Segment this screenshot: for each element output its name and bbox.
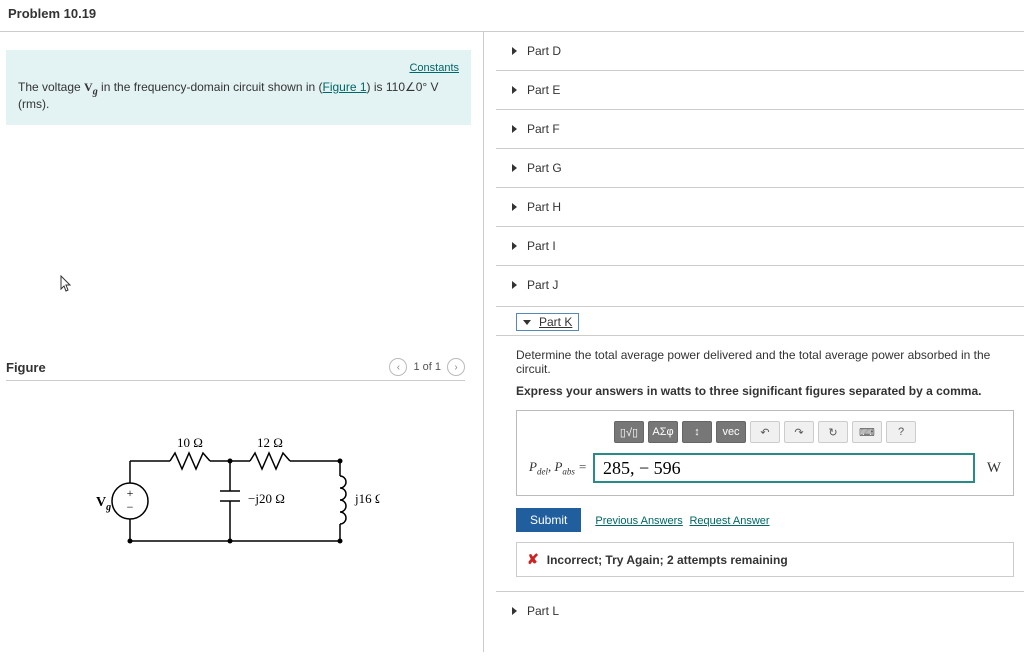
- caret-down-icon: [523, 320, 531, 325]
- reset-button[interactable]: ↻: [818, 421, 848, 443]
- part-j-row[interactable]: Part J: [496, 265, 1024, 304]
- problem-title: Problem 10.19: [0, 0, 1024, 27]
- caret-right-icon: [512, 47, 517, 55]
- circuit-diagram: + − 10 Ω 12 Ω −j20 Ω j16 Ω Vg: [80, 421, 471, 574]
- undo-button[interactable]: ↶: [750, 421, 780, 443]
- figure-pager-text: 1 of 1: [413, 361, 441, 373]
- feedback-text: Incorrect; Try Again; 2 attempts remaini…: [547, 553, 788, 567]
- answer-box: ▯√▯ ΑΣφ ↕ vec ↶ ↷ ↻ ⌨ ? Pdel, Pabs = W: [516, 410, 1014, 496]
- part-k-body: Determine the total average power delive…: [496, 336, 1024, 577]
- part-f-row[interactable]: Part F: [496, 109, 1024, 148]
- part-k-prompt: Determine the total average power delive…: [516, 348, 1014, 376]
- caret-right-icon: [512, 86, 517, 94]
- divider: [6, 380, 465, 381]
- request-answer-link[interactable]: Request Answer: [689, 515, 769, 527]
- feedback-box: ✘ Incorrect; Try Again; 2 attempts remai…: [516, 542, 1014, 577]
- previous-answers-link[interactable]: Previous Answers: [595, 515, 682, 527]
- r2-label: 12 Ω: [257, 435, 283, 450]
- main-container: Constants The voltage Vg in the frequenc…: [0, 32, 1024, 652]
- vec-button[interactable]: vec: [716, 421, 746, 443]
- problem-statement-box: Constants The voltage Vg in the frequenc…: [6, 50, 471, 125]
- figure-prev-button[interactable]: ‹: [389, 358, 407, 376]
- caret-right-icon: [512, 607, 517, 615]
- part-k-express: Express your answers in watts to three s…: [516, 384, 1014, 398]
- caret-right-icon: [512, 203, 517, 211]
- source-plus: +: [127, 486, 134, 500]
- r1-label: 10 Ω: [177, 435, 203, 450]
- caret-right-icon: [512, 125, 517, 133]
- answer-unit: W: [987, 460, 1001, 477]
- keyboard-button[interactable]: ⌨: [852, 421, 882, 443]
- part-e-row[interactable]: Part E: [496, 70, 1024, 109]
- cap-label: −j20 Ω: [248, 491, 285, 506]
- templates-button[interactable]: ▯√▯: [614, 421, 644, 443]
- part-k-header[interactable]: Part K: [496, 306, 1024, 336]
- source-minus: −: [127, 500, 134, 514]
- incorrect-icon: ✘: [527, 551, 539, 568]
- input-row: Pdel, Pabs = W: [529, 453, 1001, 483]
- answer-toolbar: ▯√▯ ΑΣφ ↕ vec ↶ ↷ ↻ ⌨ ?: [529, 421, 1001, 443]
- answer-lhs: Pdel, Pabs =: [529, 459, 587, 477]
- source-label: Vg: [96, 495, 111, 513]
- greek-button[interactable]: ΑΣφ: [648, 421, 678, 443]
- caret-right-icon: [512, 281, 517, 289]
- caret-right-icon: [512, 164, 517, 172]
- subsup-button[interactable]: ↕: [682, 421, 712, 443]
- figure-header: Figure ‹ 1 of 1 ›: [6, 358, 465, 376]
- problem-statement: The voltage Vg in the frequency-domain c…: [18, 80, 459, 111]
- figure-title: Figure: [6, 360, 46, 375]
- submit-row: Submit Previous Answers Request Answer: [516, 508, 1014, 532]
- right-column: Part D Part E Part F Part G Part H Part …: [484, 32, 1024, 652]
- cursor-icon: [60, 275, 74, 298]
- left-column: Constants The voltage Vg in the frequenc…: [0, 32, 484, 652]
- constants-link[interactable]: Constants: [409, 62, 459, 74]
- caret-right-icon: [512, 242, 517, 250]
- figure-pager: ‹ 1 of 1 ›: [389, 358, 465, 376]
- answer-input[interactable]: [593, 453, 975, 483]
- part-l-row[interactable]: Part L: [496, 591, 1024, 630]
- part-i-row[interactable]: Part I: [496, 226, 1024, 265]
- figure-next-button[interactable]: ›: [447, 358, 465, 376]
- part-h-row[interactable]: Part H: [496, 187, 1024, 226]
- help-button[interactable]: ?: [886, 421, 916, 443]
- redo-button[interactable]: ↷: [784, 421, 814, 443]
- part-d-row[interactable]: Part D: [496, 32, 1024, 70]
- submit-button[interactable]: Submit: [516, 508, 581, 532]
- ind-label: j16 Ω: [354, 491, 380, 506]
- figure-link[interactable]: Figure 1: [323, 80, 367, 94]
- part-g-row[interactable]: Part G: [496, 148, 1024, 187]
